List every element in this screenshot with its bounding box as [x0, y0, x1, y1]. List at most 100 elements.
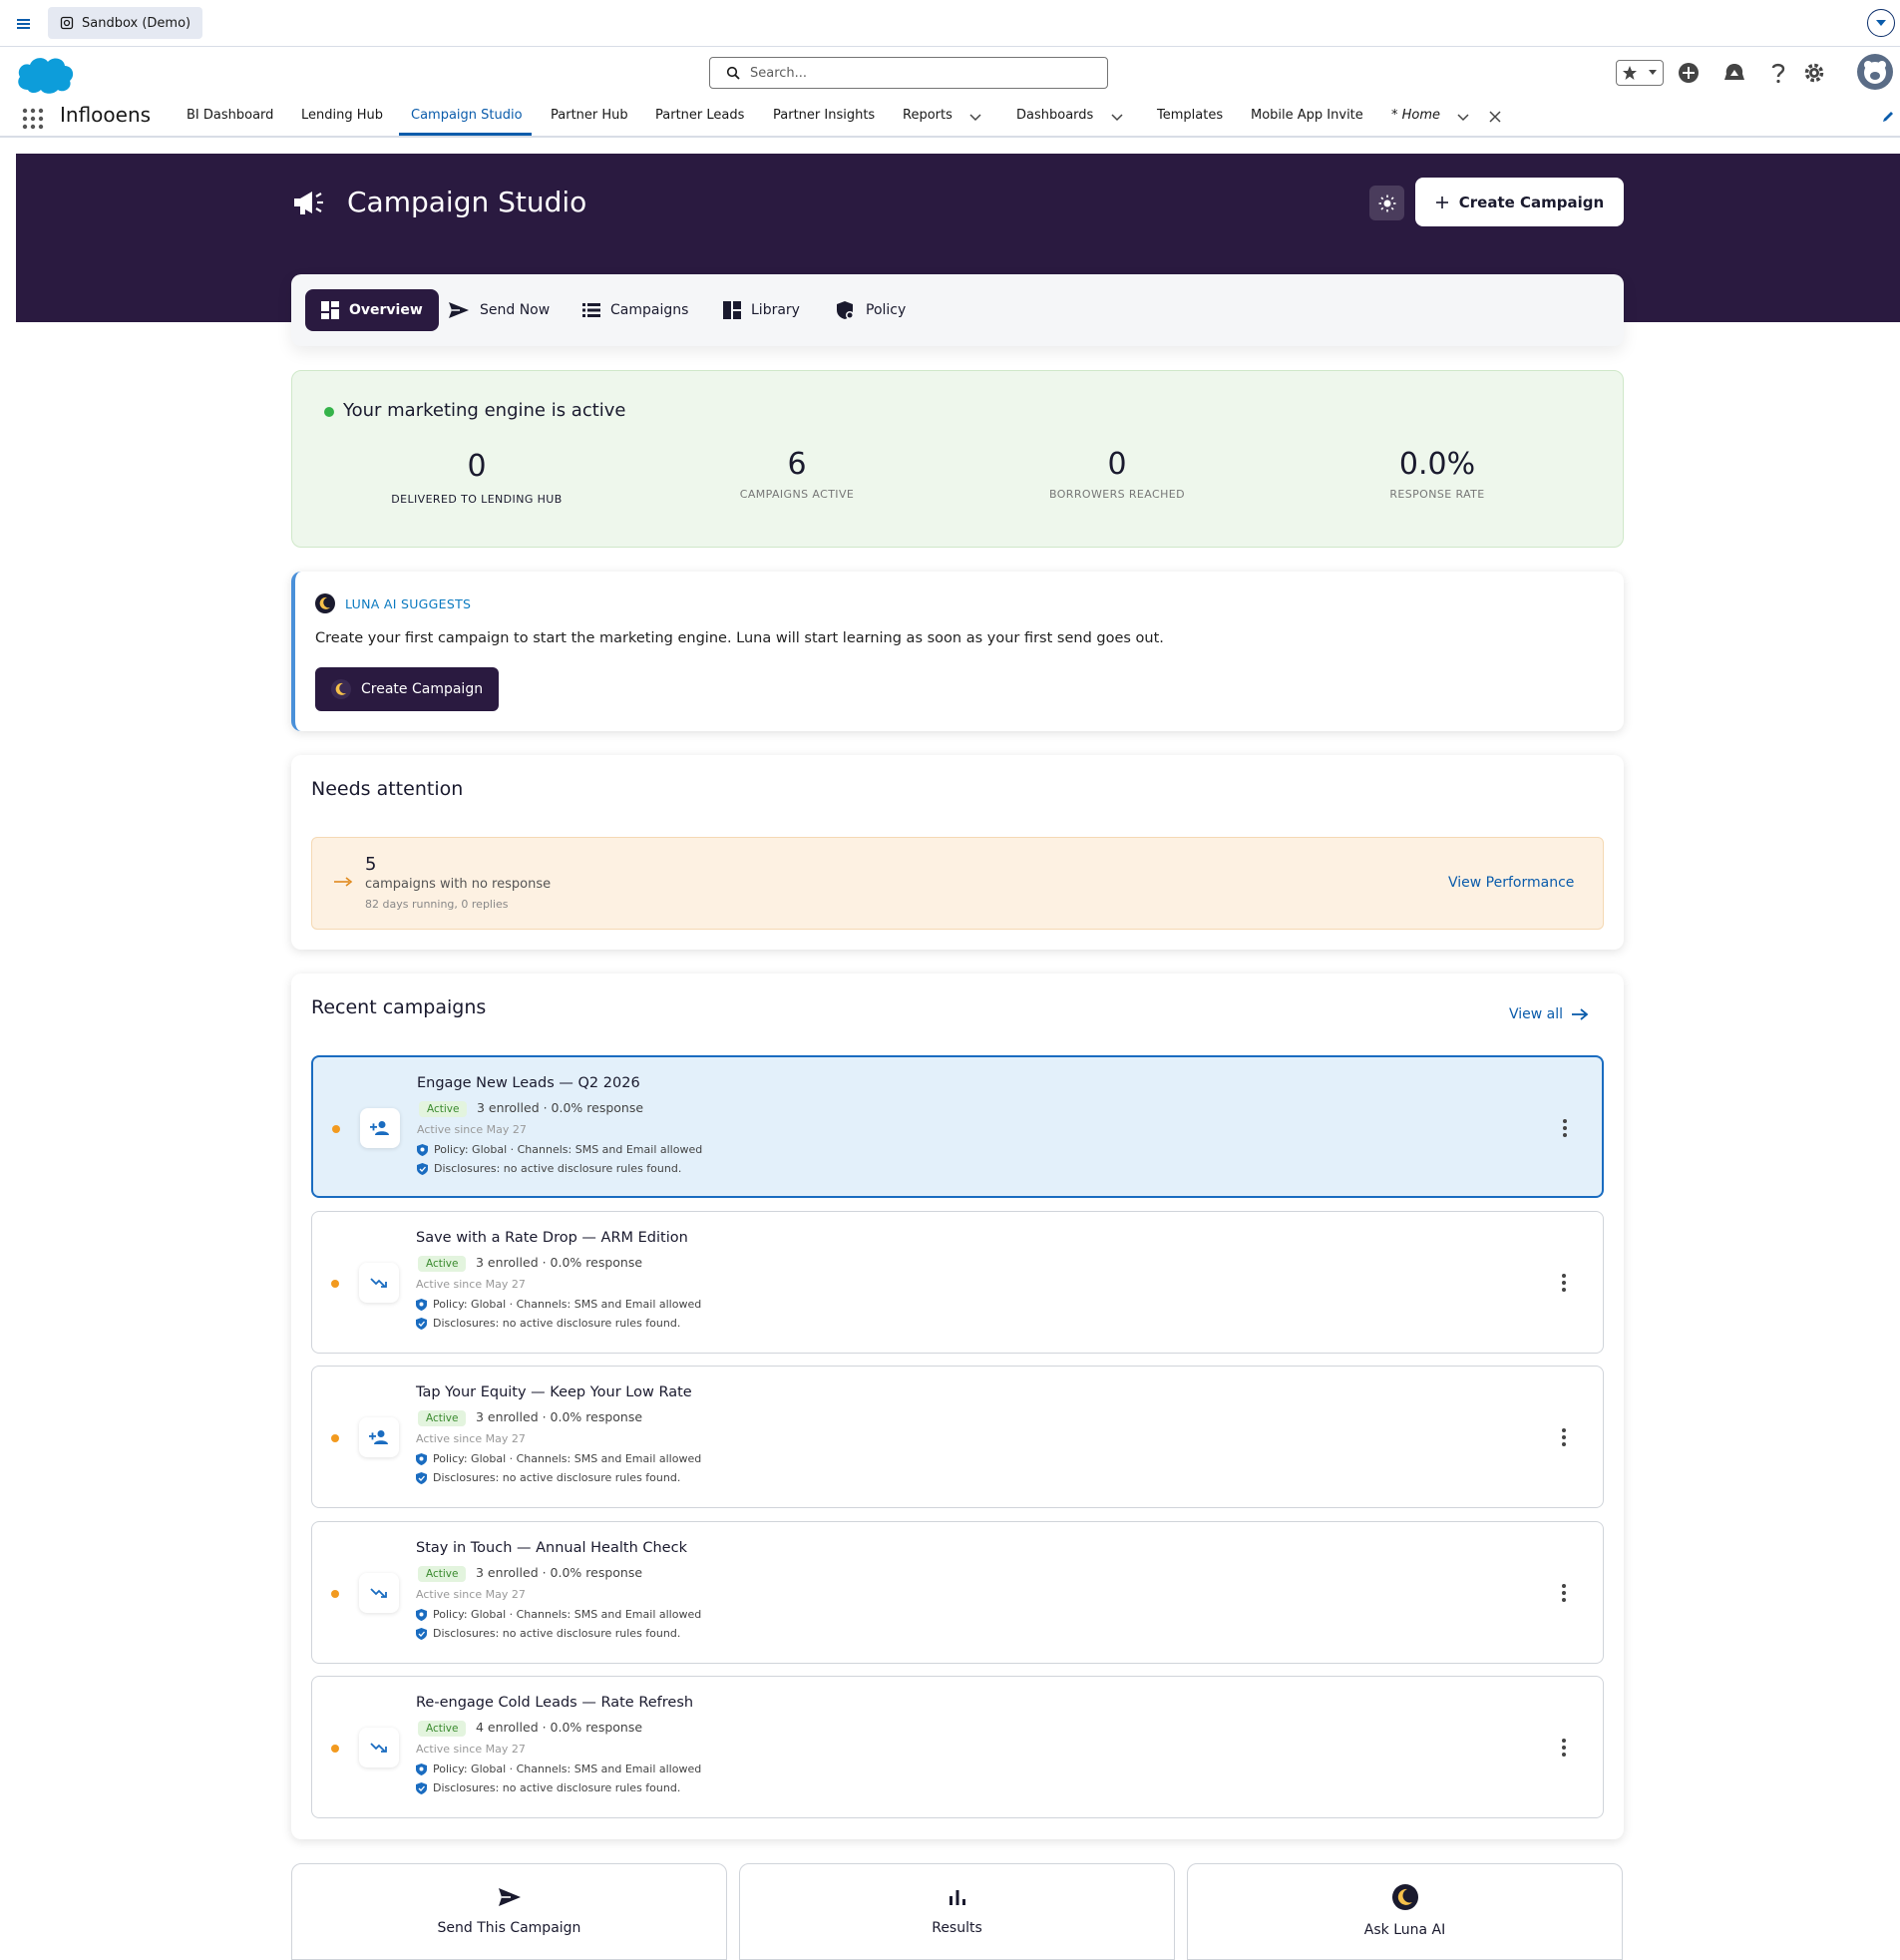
- nav-item-partner-hub[interactable]: Partner Hub: [551, 108, 628, 123]
- app-launcher-icon[interactable]: [22, 108, 44, 130]
- campaign-enrollment: 3 enrolled · 0.0% response: [476, 1409, 643, 1424]
- campaign-active-since: Active since May 27: [416, 1743, 526, 1756]
- trending-down-icon: [359, 1573, 399, 1613]
- campaign-enrollment: 3 enrolled · 0.0% response: [476, 1565, 643, 1580]
- cloud-logo[interactable]: [14, 52, 76, 96]
- luna-suggestion-text: Create your first campaign to start the …: [315, 630, 1164, 646]
- nav-item-campaign-studio[interactable]: Campaign Studio: [411, 108, 523, 123]
- campaign-policy: Policy: Global · Channels: SMS and Email…: [416, 1608, 701, 1621]
- close-icon[interactable]: [1488, 110, 1502, 124]
- nav-item-home-tab[interactable]: * Home: [1391, 108, 1440, 123]
- policy-shield-icon: [417, 1143, 428, 1156]
- tab-label: Send Now: [480, 302, 551, 318]
- megaphone-icon: [292, 188, 330, 217]
- stat-campaigns-active-label: CAMPAIGNS ACTIVE: [739, 488, 855, 501]
- campaign-enrollment: 3 enrolled · 0.0% response: [476, 1255, 643, 1270]
- tab-policy[interactable]: Policy: [820, 289, 922, 331]
- chevron-down-icon[interactable]: [1648, 69, 1658, 77]
- chevron-down-icon[interactable]: [1455, 110, 1471, 126]
- results-button[interactable]: Results: [739, 1863, 1175, 1960]
- campaign-enrollment: 4 enrolled · 0.0% response: [476, 1720, 643, 1735]
- policy-text: Policy: Global · Channels: SMS and Email…: [433, 1298, 702, 1311]
- verified-shield-icon: [416, 1471, 427, 1484]
- menu-icon[interactable]: [14, 14, 34, 34]
- campaign-policy: Policy: Global · Channels: SMS and Email…: [417, 1143, 702, 1156]
- more-options-icon[interactable]: [1559, 1272, 1569, 1294]
- status-badge: Active: [418, 1410, 467, 1426]
- more-options-icon[interactable]: [1559, 1737, 1569, 1759]
- trailhead-icon[interactable]: [1719, 58, 1749, 88]
- campaign-active-since: Active since May 27: [416, 1278, 526, 1291]
- disclosure-text: Disclosures: no active disclosure rules …: [433, 1471, 681, 1484]
- nav-item-dashboards[interactable]: Dashboards: [1016, 108, 1093, 123]
- nav-item-partner-leads[interactable]: Partner Leads: [655, 108, 744, 123]
- policy-text: Policy: Global · Channels: SMS and Email…: [433, 1763, 702, 1775]
- campaign-active-since: Active since May 27: [416, 1432, 526, 1445]
- ask-luna-ai-button[interactable]: Ask Luna AI: [1187, 1863, 1623, 1960]
- trending-down-icon: [359, 1728, 399, 1767]
- trending-down-icon: [359, 1263, 399, 1303]
- person-add-icon: [360, 1108, 400, 1148]
- tab-library[interactable]: Library: [707, 289, 816, 331]
- view-all-link[interactable]: View all: [1509, 1006, 1589, 1022]
- arrow-right-icon: [1571, 1007, 1589, 1021]
- campaign-disclosure: Disclosures: no active disclosure rules …: [416, 1471, 680, 1484]
- create-campaign-button[interactable]: Create Campaign: [1415, 178, 1624, 226]
- attention-subtext: 82 days running, 0 replies: [365, 898, 509, 911]
- search-input[interactable]: Search...: [709, 57, 1108, 89]
- add-icon[interactable]: [1674, 58, 1704, 88]
- status-badge: Active: [419, 1101, 468, 1117]
- action-label: Results: [932, 1920, 982, 1936]
- more-options-icon[interactable]: [1559, 1426, 1569, 1448]
- stat-campaigns-active-value: 6: [787, 447, 807, 482]
- theme-toggle-button[interactable]: [1369, 186, 1404, 220]
- app-name: Inflooens: [60, 103, 152, 127]
- nav-item-mobile-app-invite[interactable]: Mobile App Invite: [1251, 108, 1363, 123]
- campaign-name: Engage New Leads — Q2 2026: [417, 1075, 640, 1091]
- campaign-policy: Policy: Global · Channels: SMS and Email…: [416, 1298, 701, 1311]
- campaign-row[interactable]: Engage New Leads — Q2 2026 Active 3 enro…: [311, 1055, 1604, 1198]
- campaign-row[interactable]: Stay in Touch — Annual Health Check Acti…: [311, 1521, 1604, 1664]
- stat-delivered-value: 0: [467, 449, 487, 484]
- attention-count: 5: [365, 854, 377, 875]
- system-bar: [0, 0, 1900, 47]
- star-icon[interactable]: [1622, 65, 1638, 81]
- tab-send-now[interactable]: Send Now: [432, 289, 566, 331]
- sandbox-indicator[interactable]: Sandbox (Demo): [48, 7, 203, 39]
- luna-create-campaign-button[interactable]: Create Campaign: [315, 667, 499, 711]
- chevron-down-icon[interactable]: [1867, 9, 1895, 37]
- tab-campaigns[interactable]: Campaigns: [567, 289, 704, 331]
- chevron-down-icon[interactable]: [1109, 110, 1125, 126]
- chevron-down-icon[interactable]: [967, 110, 983, 126]
- campaign-row[interactable]: Re-engage Cold Leads — Rate Refresh Acti…: [311, 1676, 1604, 1818]
- pencil-icon[interactable]: [1881, 110, 1895, 124]
- dashboard-icon: [321, 301, 339, 319]
- luna-moon-icon: [331, 679, 351, 699]
- nav-item-partner-insights[interactable]: Partner Insights: [773, 108, 875, 123]
- tab-overview[interactable]: Overview: [305, 289, 439, 331]
- luna-moon-icon: [1391, 1884, 1418, 1910]
- more-options-icon[interactable]: [1559, 1582, 1569, 1604]
- more-options-icon[interactable]: [1560, 1117, 1570, 1139]
- favorites-group[interactable]: [1616, 60, 1664, 86]
- nav-item-lending-hub[interactable]: Lending Hub: [301, 108, 383, 123]
- library-icon: [723, 301, 741, 319]
- avatar[interactable]: [1857, 54, 1893, 90]
- help-icon[interactable]: [1763, 58, 1793, 88]
- nav-item-reports[interactable]: Reports: [903, 108, 952, 123]
- nav-item-bi-dashboard[interactable]: BI Dashboard: [187, 108, 273, 123]
- status-dot: [324, 407, 334, 417]
- campaign-active-since: Active since May 27: [417, 1123, 527, 1136]
- stat-borrowers-reached-label: BORROWERS REACHED: [1048, 488, 1185, 501]
- nav-item-templates[interactable]: Templates: [1157, 108, 1223, 123]
- policy-shield-icon: [416, 1298, 427, 1311]
- shield-gear-icon: [836, 300, 856, 320]
- send-icon: [497, 1884, 523, 1910]
- status-badge: Active: [418, 1721, 467, 1737]
- gear-icon[interactable]: [1799, 58, 1829, 88]
- campaign-row[interactable]: Tap Your Equity — Keep Your Low Rate Act…: [311, 1366, 1604, 1508]
- campaign-row[interactable]: Save with a Rate Drop — ARM Edition Acti…: [311, 1211, 1604, 1354]
- send-this-campaign-button[interactable]: Send This Campaign: [291, 1863, 727, 1960]
- luna-button-label: Create Campaign: [361, 681, 484, 697]
- view-performance-link[interactable]: View Performance: [1448, 875, 1574, 891]
